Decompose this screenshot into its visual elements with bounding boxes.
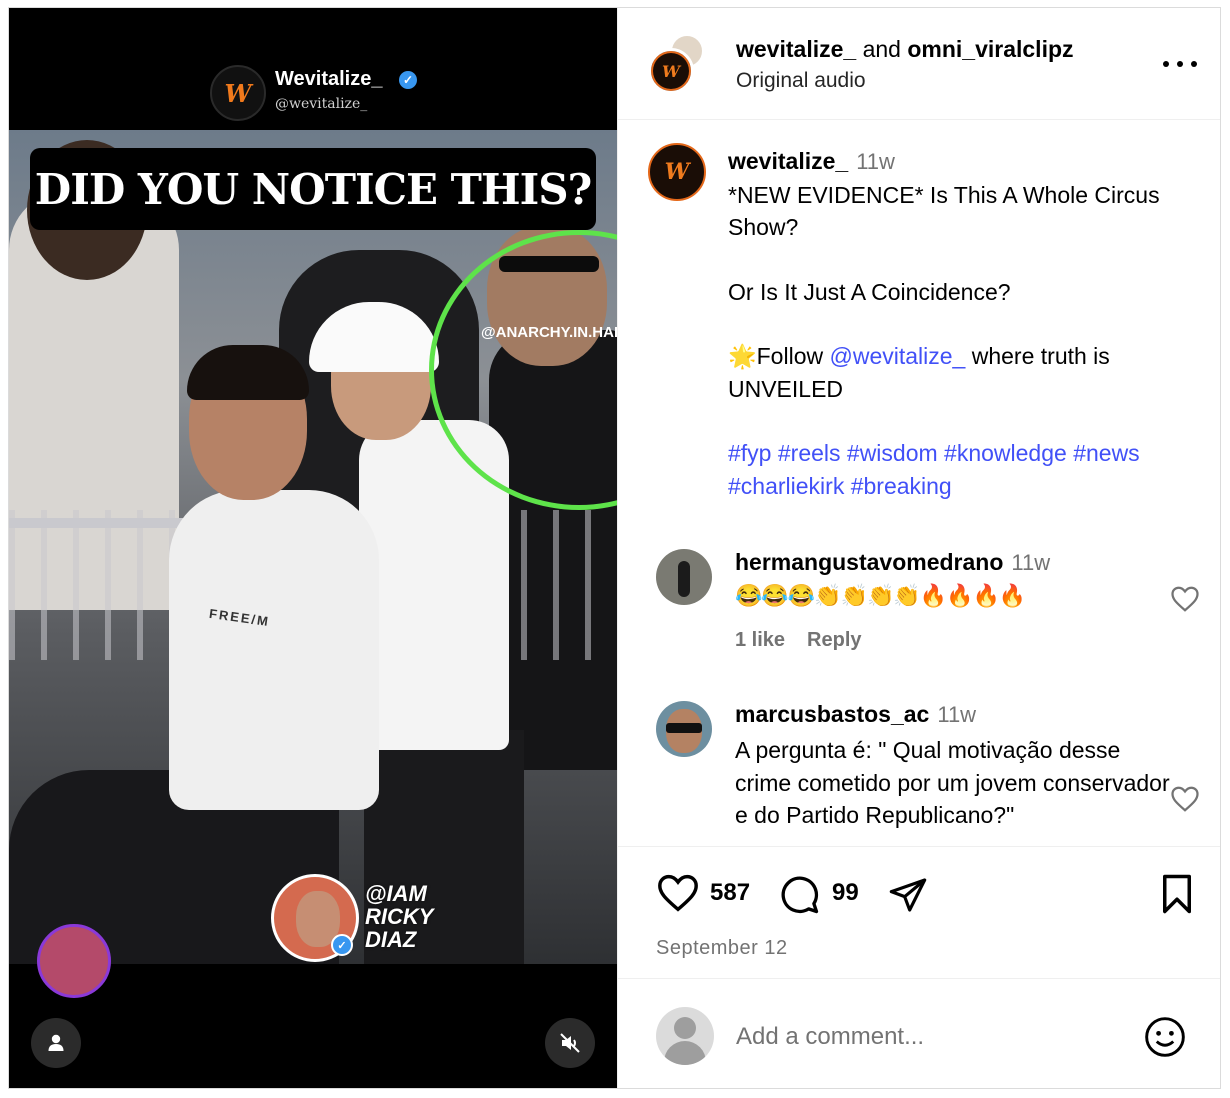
author-link[interactable]: wevitalize_	[736, 36, 856, 62]
add-comment-bar	[618, 978, 1220, 1088]
bookmark-icon	[1163, 874, 1191, 914]
post-dialog: W Wevitalize_ ✓ @wevitalize_ FREE/M DID …	[8, 7, 1221, 1089]
tagged-users-button[interactable]	[31, 1018, 81, 1068]
more-icon[interactable]	[1163, 54, 1197, 74]
caption-username[interactable]: wevitalize_	[728, 148, 848, 174]
commenter-avatar[interactable]	[656, 549, 712, 605]
authors-connector: and	[862, 36, 901, 62]
comment-meta: 1 like Reply	[735, 629, 862, 652]
creator-avatar	[37, 924, 111, 998]
comment-like-button[interactable]	[1170, 585, 1200, 613]
author-avatar[interactable]: W	[648, 48, 694, 94]
seated-man-hair	[187, 345, 309, 400]
emoji-button[interactable]	[1143, 1015, 1187, 1059]
heart-icon	[1171, 786, 1199, 812]
comment-header: marcusbastos_ac 11w	[735, 701, 976, 728]
video-brand-header: W Wevitalize_ ✓ @wevitalize_	[9, 8, 617, 130]
video-frame: FREE/M	[9, 130, 617, 964]
verified-badge-icon: ✓	[331, 934, 353, 956]
comment-like-count[interactable]: 1 like	[735, 629, 785, 651]
muted-speaker-icon	[560, 1033, 580, 1053]
like-count[interactable]: 587	[710, 879, 750, 907]
caption-hashtags[interactable]: #fyp #reels #wisdom #knowledge #news #ch…	[728, 437, 1198, 502]
current-user-avatar	[656, 1007, 714, 1065]
audio-link[interactable]: Original audio	[736, 69, 866, 93]
emoji-icon	[1145, 1017, 1185, 1057]
post-caption: wevitalize_ 11w *NEW EVIDENCE* Is This A …	[728, 145, 1198, 502]
comment-count[interactable]: 99	[832, 879, 859, 907]
reply-button[interactable]: Reply	[807, 629, 861, 651]
post-date[interactable]: September 12	[656, 937, 788, 960]
save-button[interactable]	[1158, 873, 1196, 915]
caption-time[interactable]: 11w	[856, 149, 895, 174]
comment-input[interactable]	[736, 1019, 1116, 1055]
overlay-creator-label: @IAM RICKY DIAZ	[365, 881, 434, 952]
caption-author-avatar[interactable]: W	[648, 143, 706, 201]
post-details-panel: W wevitalize_ and omni_viralclipz Origin…	[617, 8, 1220, 1088]
share-button[interactable]	[886, 875, 930, 915]
commenter-username[interactable]: hermangustavomedrano	[735, 549, 1003, 575]
like-button[interactable]	[656, 873, 700, 913]
comment-header: hermangustavomedrano 11w	[735, 549, 1050, 576]
mention-link[interactable]: @wevitalize_	[830, 343, 966, 369]
video-watermark: @ANARCHY.IN.HARM	[481, 324, 617, 341]
post-authors: wevitalize_ and omni_viralclipz	[736, 36, 1074, 63]
collaborator-link[interactable]: omni_viralclipz	[907, 36, 1073, 62]
heart-icon	[658, 874, 698, 912]
video-brand-logo: W	[210, 65, 266, 121]
reel-video[interactable]: W Wevitalize_ ✓ @wevitalize_ FREE/M DID …	[9, 8, 617, 1088]
comment-icon	[781, 876, 819, 914]
comment-button[interactable]	[778, 873, 820, 915]
commenter-username[interactable]: marcusbastos_ac	[735, 701, 929, 727]
post-actions: 587 99 September 12	[618, 846, 1220, 976]
commenter-avatar[interactable]	[656, 701, 712, 757]
seated-man	[169, 490, 379, 810]
user-icon	[48, 1034, 64, 1051]
caption-line: Or Is It Just A Coincidence?	[728, 278, 1011, 305]
post-header: W wevitalize_ and omni_viralclipz Origin…	[618, 8, 1220, 120]
caption-follow-prefix: 🌟Follow	[728, 343, 830, 369]
heart-icon	[1171, 586, 1199, 612]
video-brand-handle: @wevitalize_	[275, 96, 368, 112]
share-icon	[889, 878, 927, 912]
verified-badge-icon: ✓	[399, 71, 417, 89]
comment-like-button[interactable]	[1170, 785, 1200, 813]
mute-toggle-button[interactable]	[545, 1018, 595, 1068]
comments-list[interactable]: W wevitalize_ 11w *NEW EVIDENCE* Is This …	[618, 121, 1220, 846]
comment-text: 😂😂😂👏👏👏👏🔥🔥🔥🔥	[735, 583, 1026, 608]
video-brand-name: Wevitalize_	[275, 68, 383, 90]
comment-time[interactable]: 11w	[1011, 550, 1050, 575]
caption-line: *NEW EVIDENCE* Is This A Whole Circus Sh…	[728, 181, 1160, 241]
comment-text: A pergunta é: " Qual motivação desse cri…	[735, 737, 1170, 828]
video-headline: DID YOU NOTICE THIS?	[30, 148, 596, 230]
video-headline-text: DID YOU NOTICE THIS?	[34, 164, 592, 214]
comment-time[interactable]: 11w	[937, 702, 976, 727]
